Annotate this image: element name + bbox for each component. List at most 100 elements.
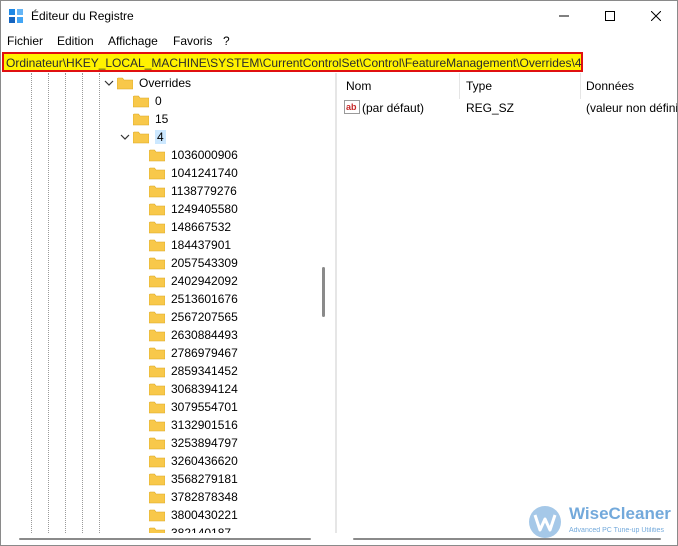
folder-icon xyxy=(149,527,165,533)
tree-item-label-selected: 4 xyxy=(155,130,166,144)
menu-edition[interactable]: Edition xyxy=(57,34,94,48)
menu-favoris[interactable]: Favoris xyxy=(173,34,212,48)
tree-item-label: 2057543309 xyxy=(171,256,238,270)
pane-splitter[interactable] xyxy=(335,73,337,533)
tree-item-label: 1036000906 xyxy=(171,148,238,162)
tree-item-label: 3132901516 xyxy=(171,418,238,432)
tree-item-overrides[interactable]: Overrides xyxy=(117,74,191,92)
tree-item-subkey[interactable]: 2402942092 xyxy=(149,272,238,290)
tree-item-label: 0 xyxy=(155,94,162,108)
tree-item-15[interactable]: 15 xyxy=(133,110,168,128)
window-title: Éditeur du Registre xyxy=(31,9,134,23)
tree-item-0[interactable]: 0 xyxy=(133,92,162,110)
tree-item-subkey[interactable]: 3068394124 xyxy=(149,380,238,398)
folder-icon xyxy=(149,347,165,359)
tree-item-subkey[interactable]: 3079554701 xyxy=(149,398,238,416)
tree-item-subkey[interactable]: 1036000906 xyxy=(149,146,238,164)
tree-item-subkey[interactable]: 3782878348 xyxy=(149,488,238,506)
tree-item-subkey[interactable]: 2567207565 xyxy=(149,308,238,326)
tree-item-subkey[interactable]: 148667532 xyxy=(149,218,231,236)
value-type: REG_SZ xyxy=(466,101,515,115)
folder-icon xyxy=(133,131,149,143)
column-separator[interactable] xyxy=(459,73,460,99)
tree-item-subkey[interactable]: 2786979467 xyxy=(149,344,238,362)
value-name: (par défaut) xyxy=(362,101,425,115)
tree-horizontal-scrollbar[interactable] xyxy=(19,538,311,540)
folder-icon xyxy=(149,383,165,395)
tree-item-subkey[interactable]: 1138779276 xyxy=(149,182,237,200)
folder-icon xyxy=(149,455,165,467)
maximize-button[interactable] xyxy=(587,1,633,31)
minimize-button[interactable] xyxy=(541,1,587,31)
folder-icon xyxy=(149,509,165,521)
tree-item-subkey[interactable]: 3253894797 xyxy=(149,434,238,452)
tree-scrollbar-thumb[interactable] xyxy=(322,267,325,317)
wisecleaner-logo-icon xyxy=(529,506,561,538)
tree-item-label: 3568279181 xyxy=(171,472,238,486)
tree-item-subkey[interactable]: 2859341452 xyxy=(149,362,238,380)
menu-help[interactable]: ? xyxy=(223,34,230,48)
tree-item-label: 2513601676 xyxy=(171,292,238,306)
tree-guide-line xyxy=(82,73,83,533)
chevron-down-icon[interactable] xyxy=(120,132,130,142)
value-row[interactable]: ab (par défaut) REG_SZ (valeur non défin… xyxy=(338,99,677,117)
tree-item-subkey[interactable]: 3132901516 xyxy=(149,416,238,434)
tree-item-label: 3253894797 xyxy=(171,436,238,450)
folder-icon xyxy=(149,401,165,413)
tree-item-label: 1249405580 xyxy=(171,202,238,216)
title-bar[interactable]: Éditeur du Registre xyxy=(1,1,677,31)
tree-item-subkey[interactable]: 3800430221 xyxy=(149,506,238,524)
svg-text:ab: ab xyxy=(346,102,357,112)
tree-item-label: 2859341452 xyxy=(171,364,238,378)
tree-item-subkey[interactable]: 3568279181 xyxy=(149,470,238,488)
address-bar[interactable]: Ordinateur\HKEY_LOCAL_MACHINE\SYSTEM\Cur… xyxy=(2,52,583,72)
folder-icon xyxy=(149,473,165,485)
chevron-down-icon[interactable] xyxy=(104,78,114,88)
folder-icon xyxy=(149,203,165,215)
tree-item-label: 3068394124 xyxy=(171,382,238,396)
tree-item-label: 184437901 xyxy=(171,238,232,252)
tree-item-subkey[interactable]: 184437901 xyxy=(149,236,231,254)
folder-icon xyxy=(149,491,165,503)
tree-item-subkey[interactable]: 1249405580 xyxy=(149,200,238,218)
key-tree[interactable]: Overrides 0 15 4 1036000906 1041241740 113… xyxy=(1,73,333,533)
tree-item-subkey[interactable]: 1041241740 xyxy=(149,164,238,182)
registry-editor-window: Éditeur du Registre Fichier Edition Affi… xyxy=(0,0,678,546)
tree-item-subkey[interactable]: 2057543309 xyxy=(149,254,238,272)
column-header-data[interactable]: Données xyxy=(586,79,634,93)
tree-item-label: 15 xyxy=(155,112,169,126)
column-header-type[interactable]: Type xyxy=(466,79,492,93)
tree-item-label: 1041241740 xyxy=(171,166,238,180)
folder-icon xyxy=(149,293,165,305)
column-header-name[interactable]: Nom xyxy=(346,79,371,93)
value-data: (valeur non définie) xyxy=(586,101,677,115)
folder-icon xyxy=(149,149,165,161)
values-list[interactable]: Nom Type Données ab (par défaut) REG_SZ … xyxy=(338,73,677,533)
tree-item-4[interactable]: 4 xyxy=(133,128,166,146)
menu-affichage[interactable]: Affichage xyxy=(108,34,158,48)
tree-item-label: Overrides xyxy=(139,76,192,90)
watermark-tagline: Advanced PC Tune-up Utilities xyxy=(569,527,664,534)
folder-icon xyxy=(149,185,165,197)
tree-guide-line xyxy=(31,73,32,533)
tree-guide-line xyxy=(99,73,100,533)
tree-item-label: 3260436620 xyxy=(171,454,238,468)
tree-item-subkey[interactable]: 3260436620 xyxy=(149,452,238,470)
minimize-icon xyxy=(559,15,569,17)
tree-item-subkey[interactable]: 2630884493 xyxy=(149,326,238,344)
tree-item-label: 3782878348 xyxy=(171,490,238,504)
menu-fichier[interactable]: Fichier xyxy=(7,34,43,48)
folder-icon xyxy=(149,275,165,287)
watermark-name: WiseCleaner xyxy=(569,504,671,523)
close-button[interactable] xyxy=(633,1,678,31)
tree-guide-line xyxy=(65,73,66,533)
tree-item-label: 148667532 xyxy=(171,220,232,234)
column-separator[interactable] xyxy=(580,73,581,99)
tree-guide-line xyxy=(48,73,49,533)
close-icon xyxy=(651,11,661,21)
folder-icon xyxy=(149,419,165,431)
folder-icon xyxy=(149,311,165,323)
tree-item-subkey[interactable]: 382140187 xyxy=(149,524,231,533)
tree-item-subkey[interactable]: 2513601676 xyxy=(149,290,238,308)
folder-icon xyxy=(117,77,133,89)
